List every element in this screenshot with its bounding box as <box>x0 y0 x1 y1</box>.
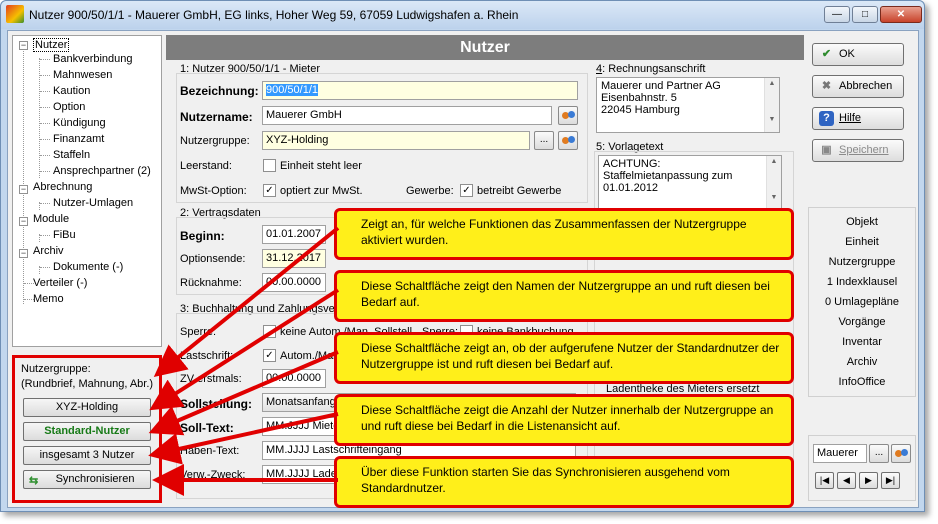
arrow-2 <box>149 288 340 411</box>
callout-arrows <box>148 226 340 496</box>
arrow-1 <box>153 226 340 378</box>
